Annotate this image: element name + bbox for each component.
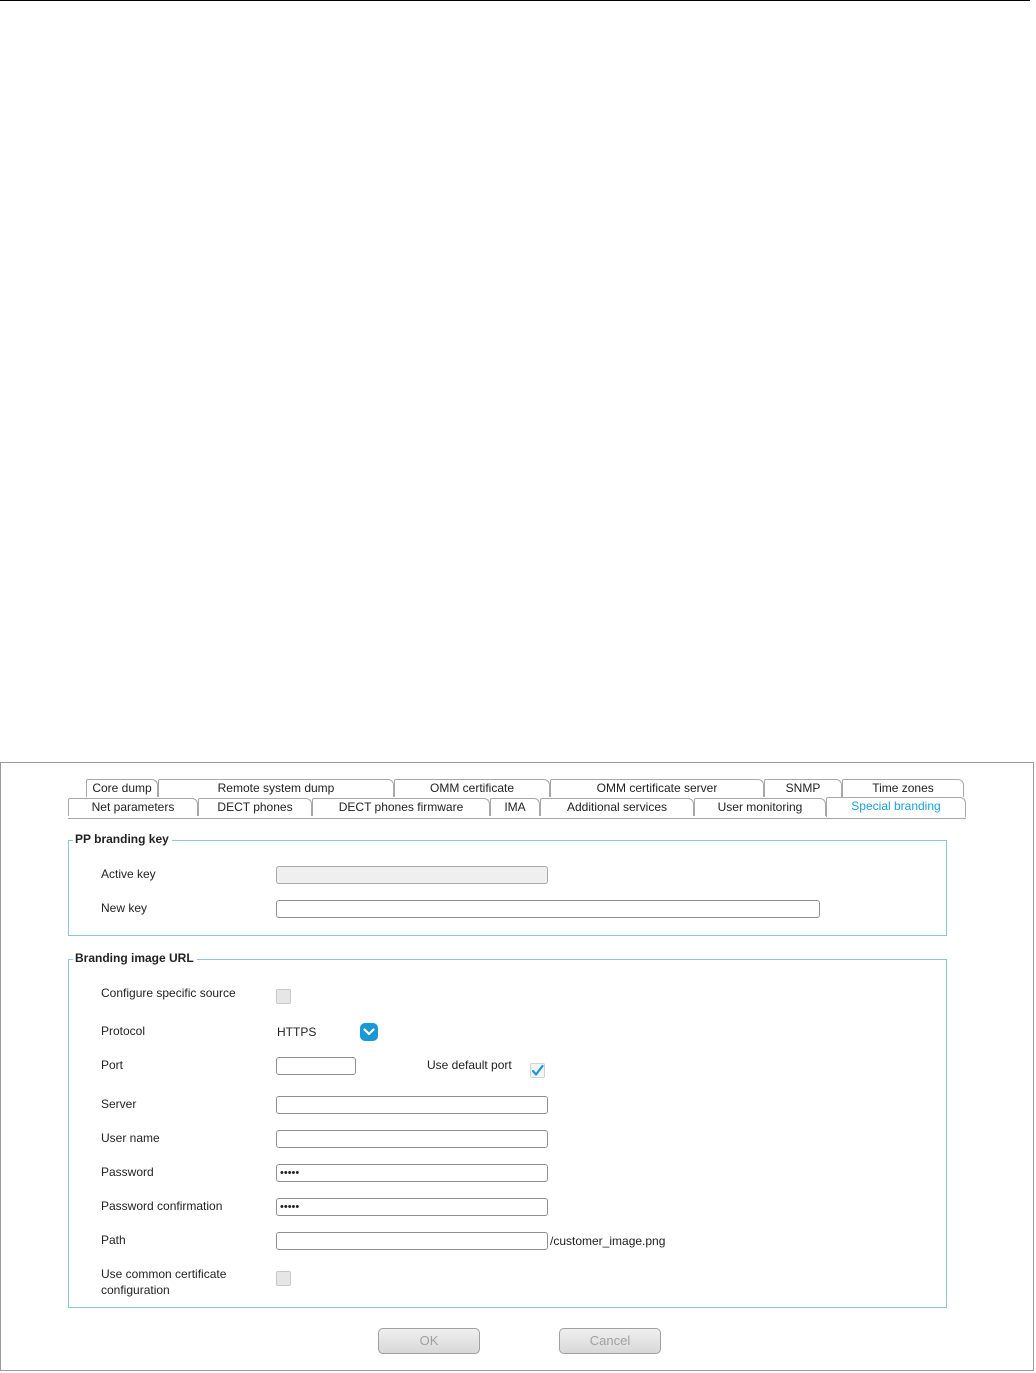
protocol-label: Protocol <box>101 1024 146 1038</box>
active-key-field <box>276 866 548 884</box>
password-label: Password <box>101 1165 154 1179</box>
use-default-port-checkbox[interactable] <box>530 1063 545 1078</box>
tab-omm-certificate[interactable]: OMM certificate <box>394 779 550 797</box>
ok-button[interactable]: OK <box>378 1328 480 1354</box>
server-label: Server <box>101 1097 137 1111</box>
password-confirmation-label: Password confirmation <box>101 1199 223 1213</box>
pp-branding-key-group <box>68 840 947 936</box>
common-cert-checkbox[interactable] <box>276 1271 291 1286</box>
port-field[interactable] <box>276 1057 356 1075</box>
pp-branding-key-legend: PP branding key <box>73 832 172 846</box>
common-cert-label-line1: Use common certificate <box>101 1267 227 1281</box>
tab-snmp[interactable]: SNMP <box>764 779 842 797</box>
tab-net-parameters[interactable]: Net parameters <box>68 798 198 816</box>
server-field[interactable] <box>276 1096 548 1114</box>
tab-dect-phones[interactable]: DECT phones <box>198 798 312 816</box>
tab-dect-phones-firmware[interactable]: DECT phones firmware <box>312 798 490 816</box>
common-cert-label-line2: configuration <box>101 1283 170 1297</box>
tab-time-zones[interactable]: Time zones <box>842 779 964 797</box>
new-key-label: New key <box>101 901 148 915</box>
tab-core-dump[interactable]: Core dump <box>86 779 158 797</box>
path-suffix: /customer_image.png <box>550 1234 666 1248</box>
password-confirmation-field[interactable] <box>276 1198 548 1216</box>
tab-ima[interactable]: IMA <box>490 798 540 816</box>
user-name-label: User name <box>101 1131 160 1145</box>
user-name-field[interactable] <box>276 1130 548 1148</box>
active-key-label: Active key <box>101 867 156 881</box>
use-default-port-label: Use default port <box>427 1058 512 1072</box>
port-label: Port <box>101 1058 124 1072</box>
new-key-field[interactable] <box>276 900 820 918</box>
branding-image-url-legend: Branding image URL <box>73 951 197 965</box>
tab-special-branding[interactable]: Special branding <box>826 797 966 817</box>
cancel-button[interactable]: Cancel <box>559 1328 661 1354</box>
protocol-select-value[interactable]: HTTPS <box>277 1025 316 1039</box>
tab-content-border <box>68 818 966 819</box>
password-field[interactable] <box>276 1164 548 1182</box>
top-rule <box>0 0 1030 1</box>
configure-source-checkbox[interactable] <box>276 989 291 1004</box>
tab-omm-certificate-server[interactable]: OMM certificate server <box>550 779 764 797</box>
path-label: Path <box>101 1233 126 1247</box>
chevron-down-icon <box>363 1028 375 1036</box>
path-field[interactable] <box>276 1232 548 1250</box>
protocol-dropdown-button[interactable] <box>360 1023 378 1041</box>
tab-remote-system-dump[interactable]: Remote system dump <box>158 779 394 797</box>
configure-source-label: Configure specific source <box>101 986 236 1000</box>
checkmark-icon <box>531 1064 544 1076</box>
tab-user-monitoring[interactable]: User monitoring <box>694 798 826 816</box>
tab-additional-services[interactable]: Additional services <box>540 798 694 816</box>
